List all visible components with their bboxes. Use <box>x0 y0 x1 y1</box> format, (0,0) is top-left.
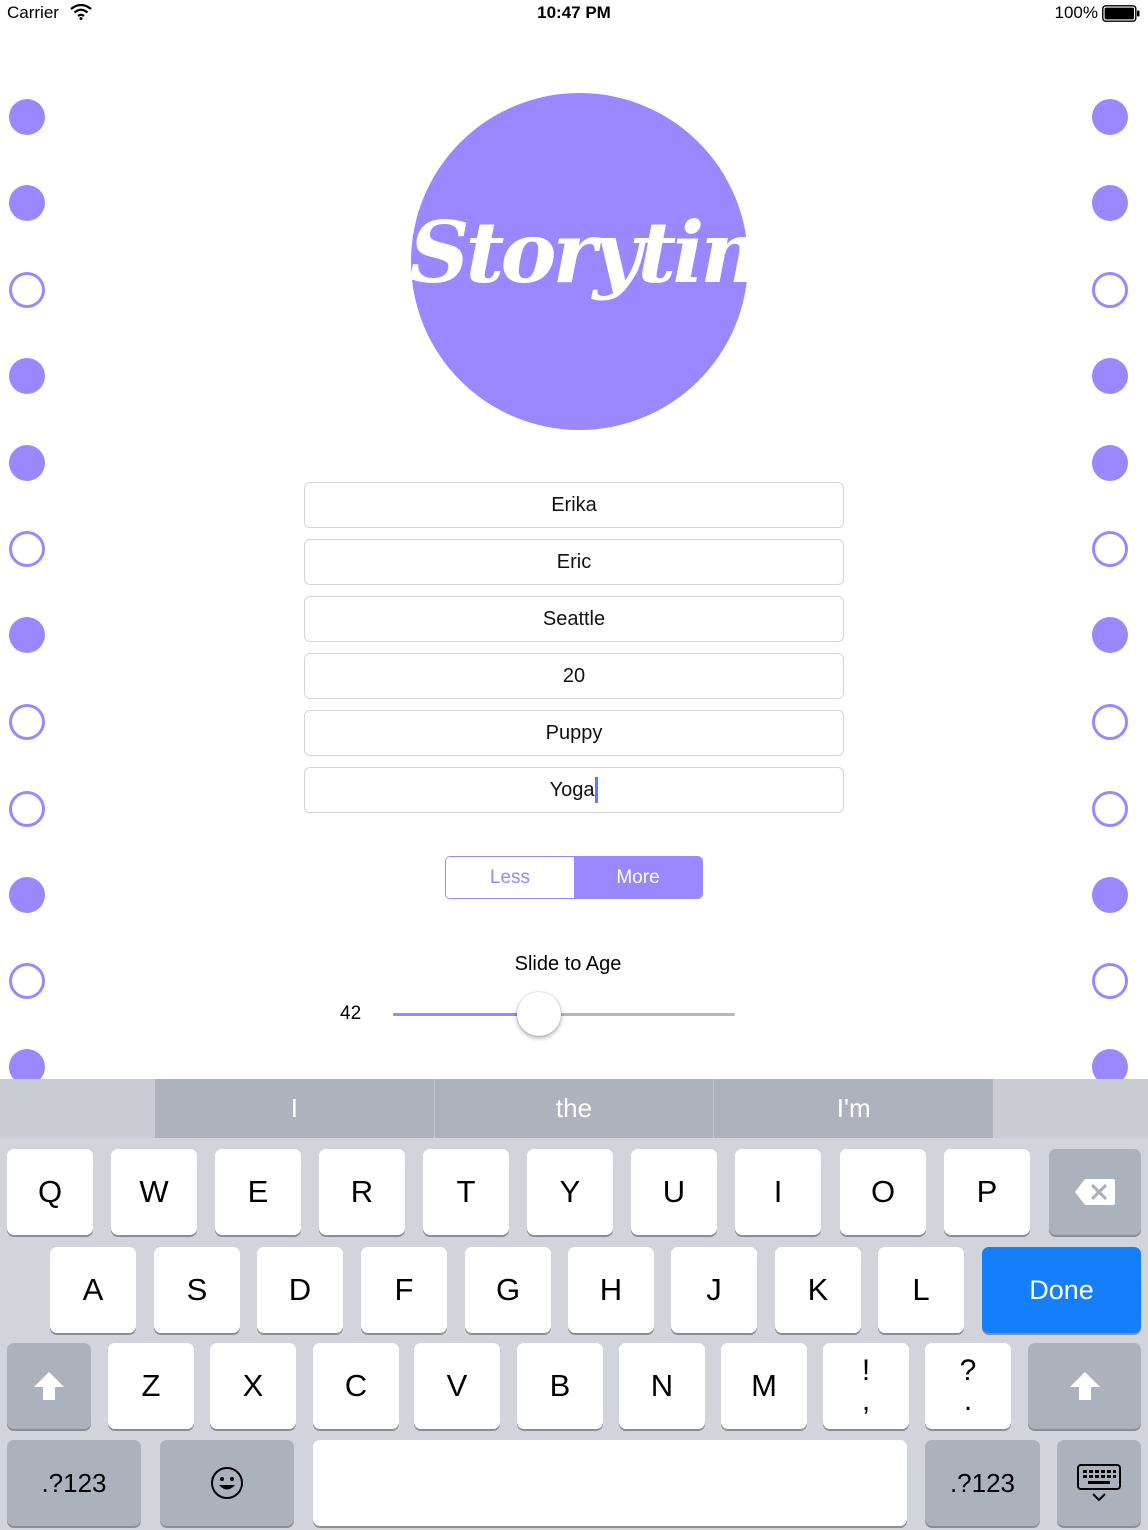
age-slider-fill <box>393 1013 523 1016</box>
field-value: Eric <box>556 550 592 573</box>
slider-value: 42 <box>340 1003 362 1024</box>
animal-field[interactable]: Puppy <box>304 710 844 756</box>
status-time: 10:47 PM <box>537 3 611 22</box>
field-value: Seattle <box>542 607 606 630</box>
shift-icon <box>1069 1372 1100 1400</box>
decor-dot-outline <box>1092 704 1128 740</box>
battery-percent: 100% <box>1054 3 1098 22</box>
key-k[interactable]: K <box>775 1247 861 1333</box>
emoji-key[interactable] <box>160 1440 294 1526</box>
slider-title: Slide to Age <box>514 953 622 975</box>
field-value: 20 <box>562 664 586 687</box>
decor-dot-outline <box>9 704 45 740</box>
age-slider-track[interactable] <box>393 1013 735 1016</box>
key-top-char: ? <box>959 1354 977 1387</box>
decor-dot-filled <box>1092 617 1128 653</box>
key-l[interactable]: L <box>878 1247 964 1333</box>
done-key[interactable]: Done <box>982 1247 1141 1333</box>
shift-key-left[interactable] <box>7 1343 91 1429</box>
key-a[interactable]: A <box>50 1247 136 1333</box>
space-key[interactable] <box>313 1440 907 1526</box>
backspace-icon <box>1075 1179 1115 1205</box>
city-field[interactable]: Seattle <box>304 596 844 642</box>
suggestion-item[interactable]: I'm <box>713 1079 993 1138</box>
key-t[interactable]: T <box>423 1149 509 1235</box>
decor-dot-filled <box>9 877 45 913</box>
key-j[interactable]: J <box>671 1247 757 1333</box>
key-y[interactable]: Y <box>527 1149 613 1235</box>
emoji-icon <box>211 1467 243 1499</box>
status-bar: Carrier 10:47 PM 100% <box>0 0 1148 28</box>
shift-key-right[interactable] <box>1028 1343 1141 1429</box>
key-g[interactable]: G <box>465 1247 551 1333</box>
shift-icon <box>34 1372 64 1400</box>
key-n[interactable]: N <box>619 1343 705 1429</box>
length-segmented-control[interactable]: Less More <box>445 856 703 899</box>
field-value: Puppy <box>545 721 603 744</box>
decor-dot-outline <box>1092 791 1128 827</box>
key-m[interactable]: M <box>721 1343 807 1429</box>
segment-more[interactable]: More <box>574 857 702 898</box>
decor-dot-outline <box>9 272 45 308</box>
decor-dot-outline <box>1092 272 1128 308</box>
field-value: Yoga <box>549 778 595 801</box>
key-exclaim-comma[interactable]: ! , <box>823 1343 909 1429</box>
age-slider-thumb[interactable] <box>517 992 561 1036</box>
field-value: Erika <box>551 493 597 516</box>
key-e[interactable]: E <box>215 1149 301 1235</box>
key-x[interactable]: X <box>210 1343 296 1429</box>
key-question-period[interactable]: ? . <box>925 1343 1011 1429</box>
suggestion-bar: I the I'm <box>0 1079 1148 1138</box>
key-o[interactable]: O <box>840 1149 926 1235</box>
numbers-key-right[interactable]: .?123 <box>925 1440 1040 1526</box>
friend-name-field[interactable]: Eric <box>304 539 844 585</box>
key-z[interactable]: Z <box>108 1343 194 1429</box>
backspace-key[interactable] <box>1049 1149 1141 1235</box>
decor-dot-filled <box>9 185 45 221</box>
storytime-logo: Storytime <box>409 93 839 430</box>
decor-dot-outline <box>9 791 45 827</box>
name-field[interactable]: Erika <box>304 482 844 528</box>
key-d[interactable]: D <box>257 1247 343 1333</box>
decor-dot-outline <box>1092 531 1128 567</box>
decor-dot-filled <box>9 99 45 135</box>
key-top-char: ! <box>861 1354 871 1387</box>
key-h[interactable]: H <box>568 1247 654 1333</box>
on-screen-keyboard: I the I'm Q W E R T Y U I O P A S D F G … <box>0 1079 1148 1530</box>
key-bottom-char: . <box>963 1384 973 1417</box>
activity-field[interactable]: Yoga <box>304 767 844 813</box>
dismiss-keyboard-key[interactable] <box>1057 1440 1141 1526</box>
battery-icon <box>1102 5 1140 22</box>
key-s[interactable]: S <box>154 1247 240 1333</box>
decor-dot-filled <box>1092 99 1128 135</box>
key-b[interactable]: B <box>517 1343 603 1429</box>
key-f[interactable]: F <box>361 1247 447 1333</box>
number-field[interactable]: 20 <box>304 653 844 699</box>
decor-dot-filled <box>9 617 45 653</box>
decor-dot-filled <box>9 445 45 481</box>
key-r[interactable]: R <box>319 1149 405 1235</box>
key-p[interactable]: P <box>944 1149 1030 1235</box>
key-i[interactable]: I <box>735 1149 821 1235</box>
segment-less[interactable]: Less <box>446 857 574 898</box>
decor-dot-filled <box>1092 185 1128 221</box>
text-caret <box>595 777 599 803</box>
keyboard-dismiss-icon <box>1077 1464 1121 1502</box>
key-v[interactable]: V <box>414 1343 500 1429</box>
key-u[interactable]: U <box>631 1149 717 1235</box>
suggestion-item[interactable]: I <box>155 1079 434 1138</box>
key-bottom-char: , <box>861 1384 871 1417</box>
decor-dot-filled <box>1092 358 1128 394</box>
key-w[interactable]: W <box>111 1149 197 1235</box>
decor-dot-filled <box>9 358 45 394</box>
logo-text: Storytime <box>409 203 839 302</box>
decor-dot-filled <box>1092 445 1128 481</box>
key-c[interactable]: C <box>313 1343 399 1429</box>
decor-dot-outline <box>9 531 45 567</box>
suggestion-item[interactable]: the <box>433 1079 714 1138</box>
key-q[interactable]: Q <box>7 1149 93 1235</box>
numbers-key-left[interactable]: .?123 <box>7 1440 141 1526</box>
decor-dot-filled <box>1092 877 1128 913</box>
